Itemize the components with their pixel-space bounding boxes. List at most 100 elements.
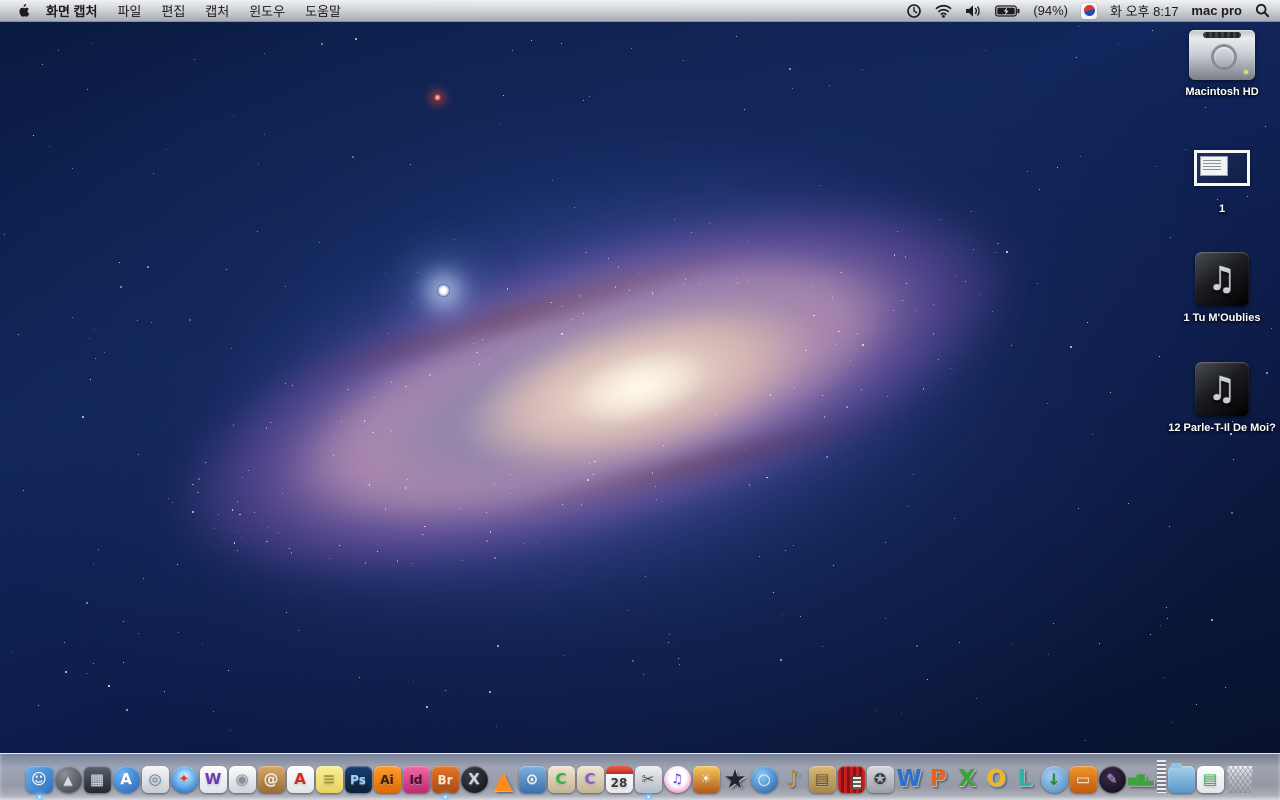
dock-icon-glyph: A bbox=[120, 770, 132, 788]
dock-ical-28[interactable]: 28 bbox=[605, 766, 633, 793]
dock-icon-glyph: ✎ bbox=[1106, 772, 1118, 787]
dock-mission-control[interactable]: ▦ bbox=[83, 766, 111, 793]
galaxy-dust-lane bbox=[195, 204, 825, 432]
dock-stickies[interactable]: ≡ bbox=[315, 766, 343, 793]
dock-toast[interactable]: ⊙ bbox=[518, 766, 546, 793]
dock-iphoto[interactable]: ☀ bbox=[692, 766, 720, 793]
dock-adobe-reader[interactable]: A bbox=[286, 766, 314, 793]
dock-indesign[interactable]: Id bbox=[402, 766, 430, 793]
dock-pixelmator[interactable]: ✎ bbox=[1098, 766, 1126, 793]
galaxy-nucleus bbox=[552, 329, 728, 446]
korean-input-flag-icon[interactable] bbox=[1081, 2, 1098, 19]
dock-xee[interactable]: X bbox=[460, 766, 488, 793]
active-app-menu[interactable]: 화면 캡처 bbox=[36, 1, 107, 20]
dock-launchpad[interactable]: ▲ bbox=[54, 766, 82, 793]
dock-ms-word[interactable]: W bbox=[896, 766, 923, 793]
dock-icon-glyph: ◎ bbox=[148, 770, 162, 788]
dock-icon-glyph: ✂ bbox=[641, 770, 655, 788]
dock-bridge[interactable]: Br bbox=[431, 766, 459, 799]
dock-grab[interactable]: ✂ bbox=[634, 766, 662, 799]
dock-imovie[interactable]: ★ bbox=[722, 766, 749, 793]
dock-ms-outlook[interactable]: O bbox=[983, 766, 1010, 793]
dock-icon-glyph: ▭ bbox=[1075, 770, 1091, 788]
dock-facetime[interactable]: ◉ bbox=[228, 766, 256, 793]
dock-icon-glyph: ⊙ bbox=[525, 770, 539, 788]
dock-icon-glyph: Ps bbox=[350, 772, 366, 787]
dock-converter-green-c[interactable]: C bbox=[547, 766, 575, 793]
desktop-wallpaper-andromeda-galaxy bbox=[0, 0, 1280, 800]
dock-address-book[interactable]: @ bbox=[257, 766, 285, 793]
desktop-icon-art[interactable] bbox=[1194, 150, 1250, 186]
dock: ☺ ▲ ▦ A ◎ ✦ W ◉ @ A ≡ Ps Ai Id Br X ▲ ⊙ … bbox=[0, 753, 1280, 800]
desktop-icon-art[interactable] bbox=[1189, 30, 1255, 80]
spotlight-icon[interactable] bbox=[1255, 3, 1270, 18]
menu-item[interactable]: 윈도우 bbox=[239, 0, 295, 21]
dock-w-globe-app[interactable]: W bbox=[199, 766, 227, 793]
dock-icon-glyph: ○ bbox=[757, 770, 771, 788]
dock-preview[interactable]: ◎ bbox=[141, 766, 169, 793]
desktop-icon-screenshot-1[interactable]: 1 bbox=[1164, 150, 1280, 216]
dock-photoshop[interactable]: Ps bbox=[344, 766, 372, 793]
dock-documents-folder[interactable] bbox=[1167, 763, 1195, 793]
dock-pinboard-collage[interactable]: ▤ bbox=[808, 766, 836, 793]
dock-icon-glyph: ▅▇▃ bbox=[1128, 773, 1154, 786]
dock-icon-glyph: ☀ bbox=[700, 772, 712, 787]
menu-item[interactable]: 캡처 bbox=[195, 0, 239, 21]
dock-ms-lync[interactable]: L bbox=[1012, 766, 1039, 793]
wifi-icon[interactable] bbox=[935, 4, 952, 18]
dock-keynote[interactable]: ▭ bbox=[1069, 766, 1097, 793]
fast-user-switching-menu[interactable]: mac pro bbox=[1191, 3, 1242, 18]
dock-icon-glyph: W bbox=[896, 766, 922, 792]
dock-icon-glyph: A bbox=[294, 770, 306, 788]
red-star bbox=[434, 94, 441, 101]
bright-foreground-star bbox=[437, 284, 450, 297]
dock-finder[interactable]: ☺ bbox=[25, 766, 53, 799]
desktop-icon-music-12[interactable]: 12 Parle-T-Il De Moi? bbox=[1164, 362, 1280, 435]
dock-ms-excel[interactable]: X bbox=[954, 766, 981, 793]
dock-photo-booth[interactable] bbox=[837, 766, 865, 793]
dock-icon-glyph: ↓ bbox=[1047, 769, 1061, 789]
dock-globe-download[interactable]: ↓ bbox=[1040, 766, 1068, 793]
desktop-icon-label: Macintosh HD bbox=[1185, 86, 1259, 98]
dock-icon-glyph: X bbox=[468, 770, 480, 788]
dock-ms-powerpoint[interactable]: P bbox=[925, 766, 952, 793]
dock-icon-glyph: ✪ bbox=[873, 770, 887, 788]
desktop-icon-music-1[interactable]: 1 Tu M'Oublies bbox=[1164, 252, 1280, 325]
dock-idvd[interactable]: ○ bbox=[750, 766, 778, 793]
dock-app-store[interactable]: A bbox=[112, 766, 140, 793]
menu-item[interactable]: 도움말 bbox=[295, 0, 351, 21]
dock-vlc[interactable]: ▲ bbox=[490, 766, 517, 793]
desktop-icon-label: 1 bbox=[1218, 203, 1226, 215]
dock-safari[interactable]: ✦ bbox=[170, 766, 198, 793]
galaxy-inner-disk bbox=[197, 168, 993, 612]
apple-menu-icon[interactable] bbox=[10, 0, 36, 21]
dock-trash[interactable] bbox=[1227, 766, 1253, 793]
menu-item[interactable]: 파일 bbox=[107, 0, 151, 21]
dock-downloads-stack[interactable]: ▤ bbox=[1196, 766, 1224, 793]
desktop-icon-label: 1 Tu M'Oublies bbox=[1183, 312, 1261, 324]
dock-icon-glyph: C bbox=[555, 770, 567, 788]
desktop-icon-macintosh-hd[interactable]: Macintosh HD bbox=[1164, 30, 1280, 99]
dock-icon-glyph: ☺ bbox=[31, 770, 47, 788]
dock-converter-purple-c[interactable]: C bbox=[576, 766, 604, 793]
dock-icon-glyph: ◉ bbox=[235, 770, 249, 788]
galaxy-core-glow bbox=[405, 242, 875, 528]
dock-icon-glyph: C bbox=[584, 770, 596, 788]
galaxy-dust-lane bbox=[432, 372, 988, 552]
menu-clock[interactable]: 화 오후 8:17 bbox=[1110, 1, 1178, 20]
dock-garageband[interactable]: ♪ bbox=[780, 766, 807, 793]
desktop-icon-art[interactable] bbox=[1195, 362, 1249, 416]
menu-item[interactable]: 편집 bbox=[151, 0, 195, 21]
dock-illustrator[interactable]: Ai bbox=[373, 766, 401, 793]
volume-icon[interactable] bbox=[965, 4, 982, 18]
time-machine-icon[interactable] bbox=[906, 3, 922, 19]
dock-itunes[interactable]: ♫ bbox=[663, 766, 691, 793]
dock-seal-badge-app[interactable]: ✪ bbox=[866, 766, 894, 793]
dock-icon-glyph: 28 bbox=[610, 776, 628, 790]
dock-icon-glyph: ✦ bbox=[178, 772, 190, 787]
desktop-icon-art[interactable] bbox=[1195, 252, 1249, 306]
battery-charging-icon[interactable] bbox=[995, 4, 1020, 17]
battery-percent: (94%) bbox=[1033, 3, 1069, 18]
dock-numbers[interactable]: ▅▇▃ bbox=[1128, 766, 1155, 793]
dock-icon-glyph: ▤ bbox=[814, 770, 830, 788]
